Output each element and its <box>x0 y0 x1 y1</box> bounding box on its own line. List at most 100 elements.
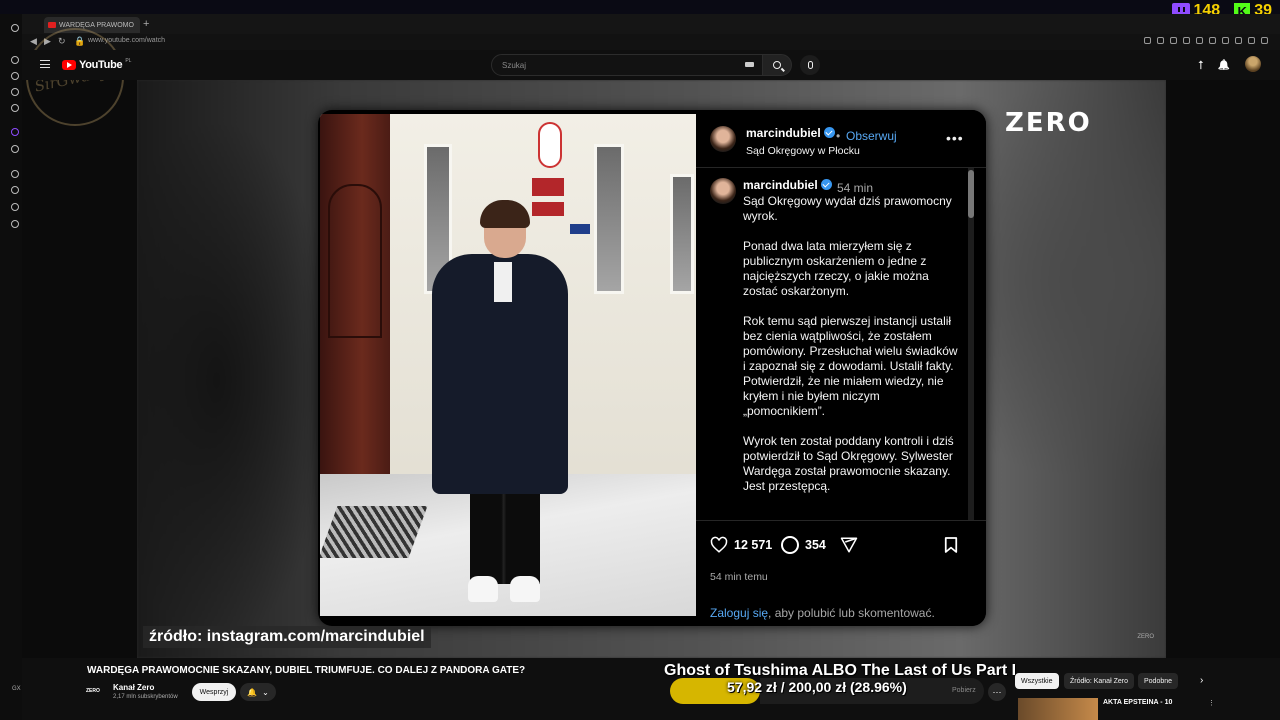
like-count: 12 571 <box>734 538 773 552</box>
follow-button[interactable]: Obserwuj <box>846 129 897 143</box>
sidebar-app-icon[interactable] <box>11 56 19 64</box>
extension-icon[interactable] <box>1170 37 1177 44</box>
photo-coat-of-arms <box>538 122 562 168</box>
extension-icon[interactable] <box>1196 37 1203 44</box>
caption-author-avatar[interactable] <box>710 178 736 204</box>
post-location[interactable]: Sąd Okręgowy w Płocku <box>746 145 860 157</box>
author-username[interactable]: marcindubiel <box>746 126 835 140</box>
sidebar-app-icon[interactable] <box>11 203 19 211</box>
microphone-icon <box>807 61 813 69</box>
extension-icon[interactable] <box>1261 37 1268 44</box>
menu-icon[interactable] <box>40 60 50 68</box>
extension-icon[interactable] <box>1157 37 1164 44</box>
recommended-title[interactable]: AKTA EPSTEINA - 10 <box>1103 699 1172 706</box>
video-corner-mark: ZERO <box>1137 634 1154 640</box>
photo-window <box>594 144 624 294</box>
scrollbar-thumb[interactable] <box>968 170 974 218</box>
voice-search-button[interactable] <box>800 55 820 75</box>
caption-scrollbar[interactable] <box>968 168 974 520</box>
heart-icon[interactable] <box>710 536 728 554</box>
sidebar-app-icon[interactable] <box>11 72 19 80</box>
post-header: marcindubiel • Obserwuj Sąd Okręgowy w P… <box>696 110 986 168</box>
channel-avatar[interactable]: ZERO <box>86 684 106 698</box>
photo-window <box>670 174 694 294</box>
create-upload-icon[interactable] <box>1195 58 1207 72</box>
photo-red-sign <box>532 178 564 196</box>
keyboard-icon[interactable] <box>745 62 754 67</box>
search-icon <box>773 61 781 69</box>
verified-badge-icon <box>823 127 835 138</box>
person-shirt <box>494 262 512 302</box>
country-code: PL <box>125 58 132 64</box>
sidebar-app-icon[interactable] <box>11 186 19 194</box>
sidebar-twitch-icon[interactable] <box>11 128 19 136</box>
recommended-menu-icon[interactable]: ⋮ <box>1208 699 1215 707</box>
recommended-thumbnail[interactable] <box>1018 698 1098 720</box>
channel-name[interactable]: Kanał Zero <box>113 683 154 692</box>
post-caption: Sąd Okręgowy wydał dziś prawomocny wyrok… <box>743 194 958 493</box>
extension-icon[interactable] <box>1144 37 1151 44</box>
photo-grate <box>320 506 428 558</box>
caption-author-username[interactable]: marcindubiel <box>743 178 832 192</box>
notifications-bell-icon[interactable] <box>1218 58 1230 72</box>
more-options-icon[interactable]: ••• <box>946 130 964 146</box>
person-shoe <box>510 576 540 602</box>
extension-icon[interactable] <box>1248 37 1255 44</box>
search-button[interactable] <box>762 54 792 76</box>
comment-icon[interactable] <box>781 536 799 554</box>
chip-source-channel[interactable]: Źródło: Kanał Zero <box>1064 673 1134 689</box>
subscriber-count: 2,17 mln subskrybentów <box>113 694 178 700</box>
login-prompt: Zaloguj się, aby polubić lub skomentować… <box>710 606 935 620</box>
post-age: 54 min temu <box>710 571 768 583</box>
chevron-right-icon[interactable]: › <box>1200 675 1203 686</box>
sidebar-app-icon[interactable] <box>11 88 19 96</box>
browser-sidebar <box>0 14 22 720</box>
verified-badge-icon <box>820 179 832 190</box>
instagram-post-card: marcindubiel • Obserwuj Sąd Okręgowy w P… <box>318 110 986 626</box>
youtube-favicon-icon <box>48 22 56 28</box>
login-link[interactable]: Zaloguj się <box>710 606 768 620</box>
post-photo <box>320 114 696 616</box>
source-caption: źródło: instagram.com/marcindubiel <box>143 626 431 648</box>
chip-related[interactable]: Podobne <box>1138 673 1179 689</box>
sidebar-app-icon[interactable] <box>11 220 19 228</box>
photo-red-sign <box>532 202 564 216</box>
channel-watermark: ZERO <box>1005 108 1092 138</box>
more-actions-button[interactable]: ⋯ <box>988 683 1006 701</box>
author-avatar[interactable] <box>710 126 736 152</box>
sidebar-x-icon[interactable] <box>11 145 19 153</box>
separator-dot: • <box>836 129 841 143</box>
new-tab-icon[interactable]: + <box>143 18 149 30</box>
youtube-wordmark: YouTube <box>79 59 123 71</box>
sidebar-app-icon[interactable] <box>11 170 19 178</box>
extension-icon[interactable] <box>1183 37 1190 44</box>
address-bar[interactable] <box>22 34 1280 50</box>
photo-door <box>320 114 390 484</box>
bookmark-icon[interactable] <box>944 536 958 554</box>
video-player[interactable]: ZERO marcindubiel • Obserwuj Sąd Okręgow… <box>137 80 1166 658</box>
person-shoe <box>468 576 498 602</box>
chevron-down-icon: ⌄ <box>262 687 269 697</box>
subscription-bell-button[interactable]: 🔔 ⌄ <box>240 683 276 701</box>
search-input[interactable]: Szukaj <box>491 54 763 76</box>
download-button[interactable]: Pobierz <box>952 687 976 694</box>
sidebar-opera-icon[interactable] <box>11 24 19 32</box>
caption-time: 54 min <box>837 181 874 195</box>
extension-icon[interactable] <box>1209 37 1216 44</box>
chip-all[interactable]: Wszystkie <box>1015 673 1059 689</box>
extension-icon[interactable] <box>1235 37 1242 44</box>
gx-label: GX <box>12 686 21 692</box>
extension-icon[interactable] <box>1222 37 1229 44</box>
share-icon[interactable] <box>840 536 858 554</box>
post-actions: 12 571 354 54 min temu Zaloguj się, aby … <box>696 520 986 626</box>
account-avatar[interactable] <box>1245 56 1261 72</box>
support-button[interactable]: Wesprzyj <box>192 683 236 701</box>
donation-goal-progress: 57,92 zł / 200,00 zł (28.96%) <box>727 679 907 695</box>
person-legs <box>470 488 540 584</box>
youtube-logo[interactable]: YouTube PL <box>62 58 132 71</box>
bell-icon: 🔔 <box>247 687 258 697</box>
tab-strip <box>0 14 1280 34</box>
video-title: WARDĘGA PRAWOMOCNIE SKAZANY, DUBIEL TRIU… <box>87 665 526 676</box>
sidebar-app-icon[interactable] <box>11 104 19 112</box>
comment-count: 354 <box>805 538 826 552</box>
